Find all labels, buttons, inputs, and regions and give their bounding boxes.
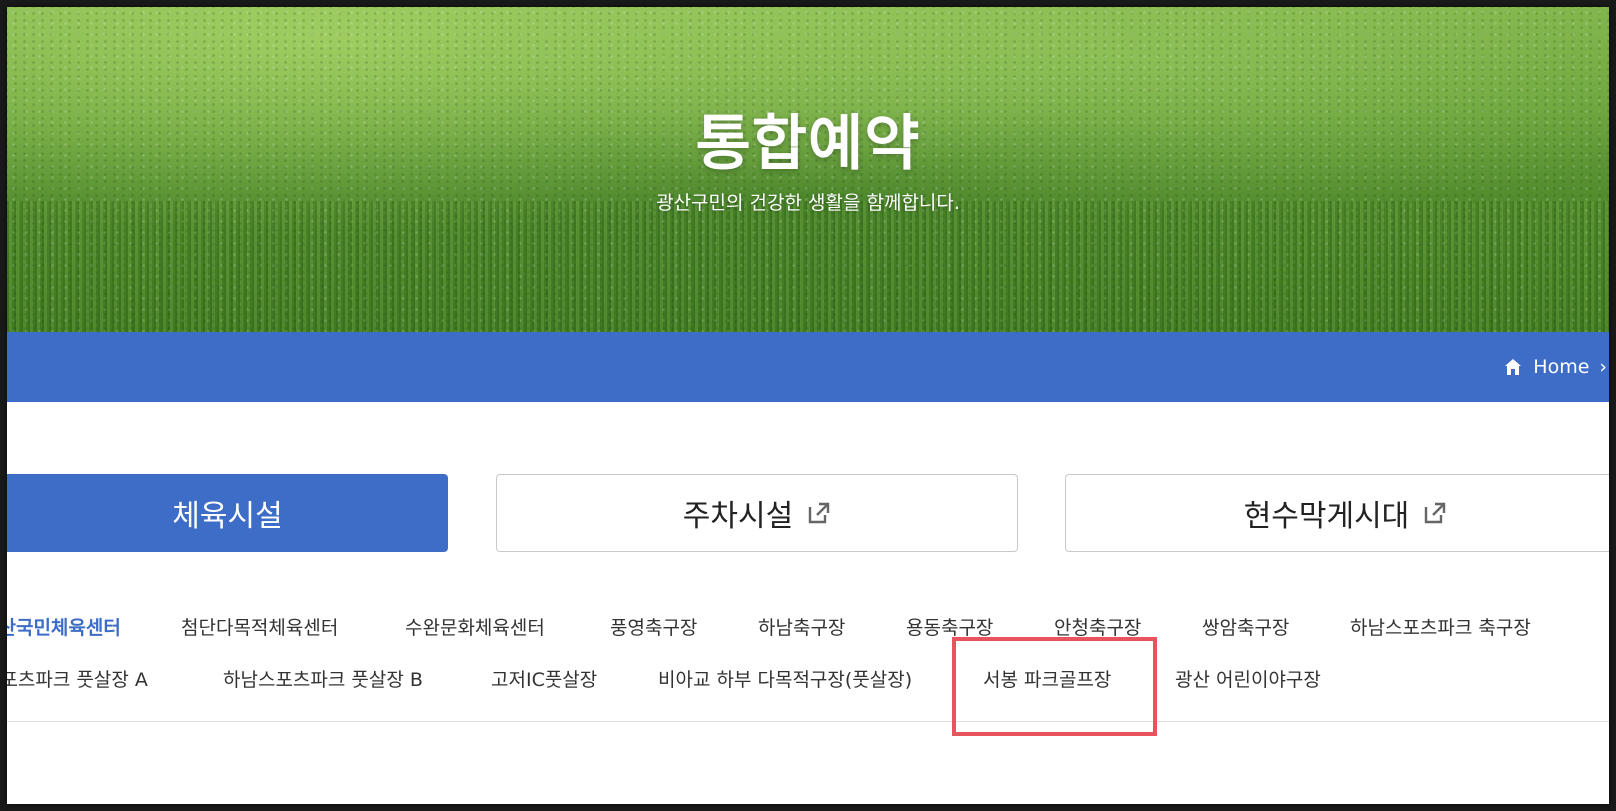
facility-tab-futsal-a[interactable]: 하남스포츠파크 풋살장 A xyxy=(7,665,148,692)
breadcrumb-bar: Home › xyxy=(7,332,1609,402)
facility-tab-gwangsan-sports-center[interactable]: 광산국민체육센터 xyxy=(7,613,121,640)
breadcrumb-home[interactable]: Home › xyxy=(1503,332,1607,402)
category-sports-label: 체육시설 xyxy=(172,499,283,534)
category-banner-board-button[interactable]: 현수막게시대 xyxy=(1065,474,1609,552)
facility-tab-biagyo-field[interactable]: 비아교 하부 다목적구장(풋살장) xyxy=(658,665,912,692)
home-label: Home xyxy=(1533,356,1590,378)
hero-banner: 통합예약 광산구민의 건강한 생활을 함께합니다. xyxy=(7,7,1609,341)
page-subtitle: 광산구민의 건강한 생활을 함께합니다. xyxy=(656,192,960,214)
facility-tab-yongdong-field[interactable]: 용동축구장 xyxy=(906,613,993,640)
facility-tab-hanam-sportspark-field[interactable]: 하남스포츠파크 축구장 xyxy=(1350,613,1531,640)
facility-tab-pungyeong-field[interactable]: 풍영축구장 xyxy=(610,613,697,640)
category-banner-label: 현수막게시대 xyxy=(1243,499,1410,534)
category-parking-label: 주차시설 xyxy=(682,499,794,534)
facility-tab-ssangam-field[interactable]: 쌍암축구장 xyxy=(1202,613,1289,640)
facility-tab-suwan-center[interactable]: 수완문화체육센터 xyxy=(405,613,545,640)
facility-tab-cheomdan-center[interactable]: 첨단다목적체육센터 xyxy=(181,613,338,640)
external-link-icon xyxy=(809,502,830,524)
grass-blades xyxy=(7,201,1609,341)
home-icon xyxy=(1505,359,1522,375)
breadcrumb-separator: › xyxy=(1599,356,1607,378)
facility-tab-ancheong-field[interactable]: 안청축구장 xyxy=(1054,613,1141,640)
facility-tab-kids-baseball[interactable]: 광산 어린이야구장 xyxy=(1175,665,1321,692)
category-parking-button[interactable]: 주차시설 xyxy=(496,474,1018,552)
external-link-icon xyxy=(1425,502,1446,524)
facility-tab-hanam-field[interactable]: 하남축구장 xyxy=(758,613,845,640)
facility-tab-futsal-b[interactable]: 하남스포츠파크 풋살장 B xyxy=(223,665,423,692)
facility-tab-gojeo-futsal[interactable]: 고저IC풋살장 xyxy=(491,665,597,692)
category-sports-button[interactable]: 체육시설 xyxy=(7,474,448,552)
facility-tabs: 광산국민체육센터 첨단다목적체육센터 수완문화체육센터 풍영축구장 하남축구장 … xyxy=(7,597,1609,722)
highlight-box xyxy=(952,637,1157,736)
page-frame: 통합예약 광산구민의 건강한 생활을 함께합니다. Home › 체육시설 주차… xyxy=(7,7,1609,804)
page-title: 통합예약 xyxy=(695,109,921,179)
